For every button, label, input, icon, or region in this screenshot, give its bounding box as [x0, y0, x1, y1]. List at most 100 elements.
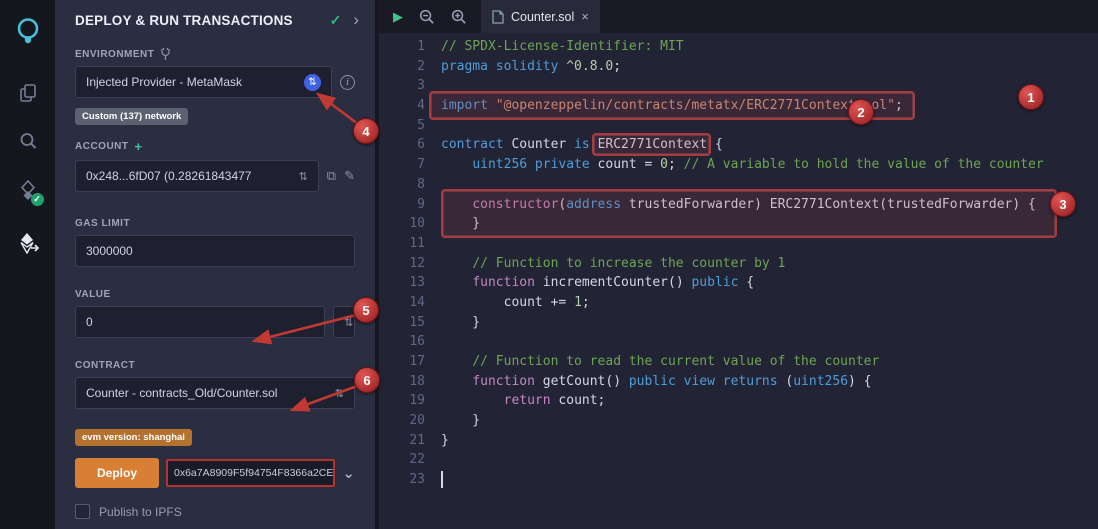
deploy-expand-icon[interactable]: ⌄ — [342, 464, 355, 482]
code-line[interactable]: 12 // Function to increase the counter b… — [379, 254, 1098, 274]
line-number: 9 — [379, 195, 425, 215]
code-line[interactable]: 17 // Function to read the current value… — [379, 352, 1098, 372]
zoom-out-icon[interactable] — [418, 8, 435, 25]
deploy-param-input[interactable]: 0x6a7A8909F5f94754F8366a2CE5 — [166, 459, 335, 487]
evm-version-badge: evm version: shanghai — [75, 429, 192, 446]
unit-dropdown-arrows-icon: ⇅ — [344, 316, 353, 329]
code-line[interactable]: 7 uint256 private count = 0; // A variab… — [379, 155, 1098, 175]
environment-info-icon[interactable]: i — [340, 75, 355, 90]
gas-limit-input[interactable] — [75, 235, 355, 267]
files-icon — [18, 83, 38, 103]
code-line[interactable]: 6contract Counter is ERC2771Context { — [379, 135, 1098, 155]
panel-check-icon: ✓ — [330, 12, 342, 29]
search-icon — [18, 131, 38, 151]
code-line[interactable]: 18 function getCount() public view retur… — [379, 372, 1098, 392]
deploy-button[interactable]: Deploy — [75, 458, 159, 488]
code-text: count += 1; — [425, 293, 590, 313]
code-line[interactable]: 11 — [379, 234, 1098, 254]
code-text: } — [425, 214, 480, 234]
remix-logo[interactable] — [8, 8, 48, 54]
code-line[interactable]: 14 count += 1; — [379, 293, 1098, 313]
code-line[interactable]: 4import "@openzeppelin/contracts/metatx/… — [379, 96, 1098, 116]
code-lines: 1// SPDX-License-Identifier: MIT2pragma … — [379, 37, 1098, 490]
zoom-in-icon[interactable] — [450, 8, 467, 25]
value-unit-select[interactable]: Wei ⇅ — [333, 306, 355, 338]
code-line[interactable]: 23 — [379, 470, 1098, 490]
text-cursor — [441, 471, 443, 488]
code-text: pragma solidity ^0.8.0; — [425, 57, 621, 77]
account-value: 0x248...6fD07 (0.28261843477 — [86, 169, 251, 183]
run-script-icon[interactable]: ▶ — [393, 9, 403, 25]
sidebar-item-search[interactable] — [8, 120, 48, 162]
line-number: 17 — [379, 352, 425, 372]
deploy-run-panel: DEPLOY & RUN TRANSACTIONS ✓ › ENVIRONMEN… — [55, 0, 375, 529]
line-number: 3 — [379, 76, 425, 96]
panel-header: DEPLOY & RUN TRANSACTIONS ✓ › — [55, 0, 375, 40]
code-line[interactable]: 20 } — [379, 411, 1098, 431]
code-text: function getCount() public view returns … — [425, 372, 872, 392]
environment-select[interactable]: Injected Provider - MetaMask ⇅ — [75, 66, 332, 98]
gas-limit-label: GAS LIMIT — [75, 218, 130, 229]
code-editor[interactable]: 1// SPDX-License-Identifier: MIT2pragma … — [379, 33, 1098, 529]
code-text: // SPDX-License-Identifier: MIT — [425, 37, 684, 57]
code-line[interactable]: 13 function incrementCounter() public { — [379, 273, 1098, 293]
account-select[interactable]: 0x248...6fD07 (0.28261843477 ⇅ — [75, 160, 319, 192]
code-line[interactable]: 5 — [379, 116, 1098, 136]
add-account-icon[interactable]: + — [135, 139, 143, 154]
code-text: // Function to read the current value of… — [425, 352, 879, 372]
icon-rail: ✓ — [0, 0, 55, 529]
code-line[interactable]: 19 return count; — [379, 391, 1098, 411]
deploy-run-icon — [17, 232, 39, 254]
code-text — [425, 470, 441, 490]
line-number: 21 — [379, 431, 425, 451]
code-text: // Function to increase the counter by 1 — [425, 254, 785, 274]
code-line[interactable]: 2pragma solidity ^0.8.0; — [379, 57, 1098, 77]
page-title: DEPLOY & RUN TRANSACTIONS — [75, 13, 330, 28]
environment-dropdown-toggle[interactable]: ⇅ — [304, 74, 321, 91]
publish-to-ipfs-checkbox[interactable] — [75, 504, 90, 519]
code-line[interactable]: 21} — [379, 431, 1098, 451]
contract-select[interactable]: Counter - contracts_Old/Counter.sol ⇅ — [75, 377, 355, 409]
sidebar-item-deploy-run[interactable] — [8, 222, 48, 264]
sidebar-item-solidity-compiler[interactable]: ✓ — [8, 170, 48, 212]
code-line[interactable]: 22 — [379, 450, 1098, 470]
code-line[interactable]: 3 — [379, 76, 1098, 96]
code-line[interactable]: 16 — [379, 332, 1098, 352]
code-line[interactable]: 1// SPDX-License-Identifier: MIT — [379, 37, 1098, 57]
line-number: 2 — [379, 57, 425, 77]
code-text — [425, 332, 441, 352]
code-line[interactable]: 10 } — [379, 214, 1098, 234]
code-text: } — [425, 313, 480, 333]
line-number: 6 — [379, 135, 425, 155]
code-text: contract Counter is ERC2771Context { — [425, 135, 723, 155]
editor-controls: ▶ — [379, 0, 481, 33]
code-text: constructor(address trustedForwarder) ER… — [425, 195, 1036, 215]
code-line[interactable]: 9 constructor(address trustedForwarder) … — [379, 195, 1098, 215]
account-dropdown-arrows-icon: ⇅ — [299, 170, 308, 183]
sidebar-item-file-explorer[interactable] — [8, 72, 48, 114]
contract-label: CONTRACT — [75, 360, 135, 371]
remix-logo-icon — [13, 16, 43, 46]
edit-account-icon[interactable]: ✎ — [344, 168, 355, 184]
line-number: 10 — [379, 214, 425, 234]
line-number: 15 — [379, 313, 425, 333]
tab-label: Counter.sol — [511, 10, 574, 24]
editor-tabbar: ▶ Counter.sol × — [379, 0, 1098, 33]
publish-to-ipfs-label: Publish to IPFS — [99, 505, 182, 519]
account-label: ACCOUNT — [75, 141, 129, 152]
copy-account-icon[interactable]: ⧉ — [327, 168, 336, 184]
panel-expand-icon[interactable]: › — [353, 10, 359, 30]
code-text — [425, 116, 441, 136]
value-input[interactable] — [75, 306, 325, 338]
line-number: 4 — [379, 96, 425, 116]
line-number: 1 — [379, 37, 425, 57]
tab-counter-sol[interactable]: Counter.sol × — [481, 0, 600, 33]
tab-close-icon[interactable]: × — [581, 9, 589, 24]
line-number: 7 — [379, 155, 425, 175]
code-line[interactable]: 15 } — [379, 313, 1098, 333]
code-line[interactable]: 8 — [379, 175, 1098, 195]
line-number: 19 — [379, 391, 425, 411]
code-text — [425, 450, 441, 470]
line-number: 8 — [379, 175, 425, 195]
line-number: 22 — [379, 450, 425, 470]
